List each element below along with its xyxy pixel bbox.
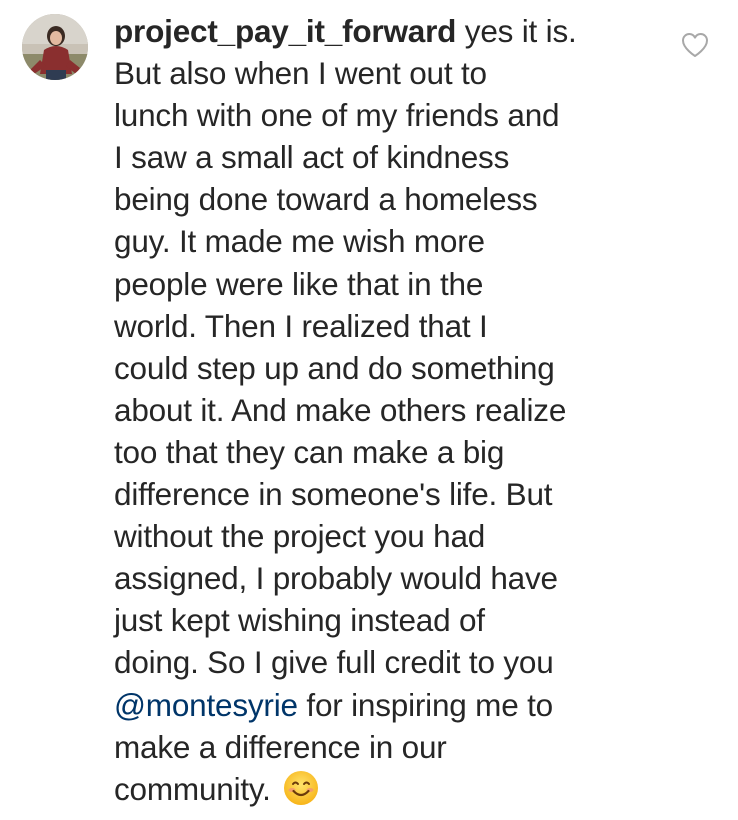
comment-line-text: yes it is. [456, 13, 577, 49]
comment-line: without the project you had [114, 518, 486, 555]
comment-line: difference in someone's life. But [114, 476, 553, 513]
comment-line: doing. So I give full credit to you [114, 644, 554, 681]
comment-line: I saw a small act of kindness [114, 139, 510, 176]
comment-line: But also when I went out to [114, 55, 487, 92]
mention-link[interactable]: @montesyrie [114, 687, 298, 723]
comment-line: could step up and do something [114, 349, 555, 386]
comment-line: guy. It made me wish more [114, 223, 485, 260]
comment-line: lunch with one of my friends and [114, 97, 560, 134]
comment-line: people were like that in the [114, 265, 484, 302]
comment-line-text: for inspiring me to [297, 686, 553, 723]
comment-line: being done toward a homeless [114, 181, 538, 218]
comment-row: project_pay_it_forward yes it is. But al… [0, 0, 738, 820]
avatar[interactable] [22, 14, 88, 80]
avatar-photo [22, 14, 88, 80]
comment-text: project_pay_it_forward yes it is. But al… [114, 10, 654, 810]
comment-line: just kept wishing instead of [114, 602, 485, 639]
comment-line: make a difference in our [114, 728, 447, 765]
comment-line: @montesyrie for inspiring me to [114, 684, 654, 726]
comment-line-text: community. [114, 770, 280, 807]
comment-username[interactable]: project_pay_it_forward [114, 13, 456, 49]
comment-line: about it. And make others realize [114, 391, 567, 428]
comment-line: too that they can make a big [114, 433, 505, 470]
comment-line: community. [114, 768, 654, 810]
comment-line: project_pay_it_forward yes it is. [114, 10, 654, 52]
heart-outline-icon[interactable] [681, 32, 709, 58]
comment-line: assigned, I probably would have [114, 560, 558, 597]
comment-line: world. Then I realized that I [114, 307, 488, 344]
smiling-face-emoji [284, 770, 319, 805]
